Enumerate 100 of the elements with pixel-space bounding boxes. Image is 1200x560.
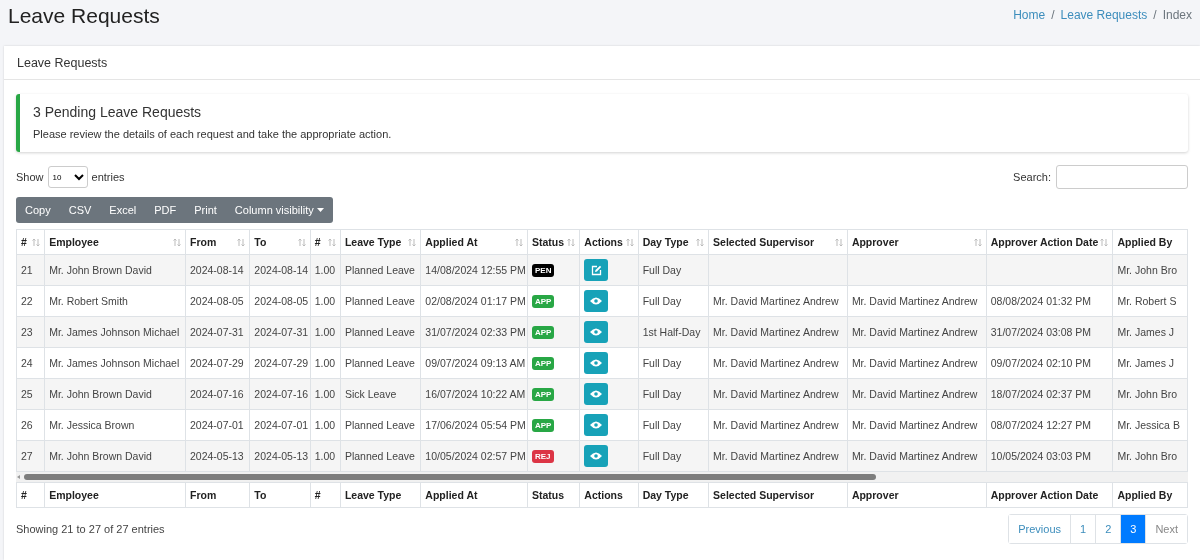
table-cell: Planned Leave bbox=[344, 326, 415, 338]
breadcrumb-separator: / bbox=[1051, 8, 1055, 22]
table-cell: 14/08/2024 12:55 PM bbox=[425, 264, 526, 276]
view-button[interactable] bbox=[584, 352, 609, 374]
table-cell: Mr. David Martinez Andrew bbox=[713, 419, 839, 431]
table-cell: Mr. David Martinez Andrew bbox=[713, 450, 839, 462]
column-header[interactable]: Approver bbox=[851, 236, 899, 248]
table-cell: 2024-05-13 bbox=[254, 450, 309, 462]
table-cell: 2024-07-29 bbox=[190, 357, 244, 369]
table-cell: Planned Leave bbox=[344, 264, 415, 276]
table-cell: Mr. David Martinez Andrew bbox=[713, 357, 839, 369]
scroll-left-icon[interactable] bbox=[16, 474, 22, 480]
page-title: Leave Requests bbox=[8, 4, 160, 28]
search-field[interactable] bbox=[1056, 165, 1188, 189]
table-cell: Mr. David Martinez Andrew bbox=[851, 357, 978, 369]
card-title: Leave Requests bbox=[17, 55, 108, 70]
eye-icon bbox=[590, 359, 603, 367]
callout-text: Please review the details of each request and take the appropriate action. bbox=[33, 128, 393, 140]
column-header[interactable]: To bbox=[254, 236, 267, 248]
column-visibility-button[interactable]: Column visibility bbox=[225, 197, 333, 223]
table-cell: Full Day bbox=[642, 450, 682, 462]
table-cell: Mr. John Brown David bbox=[49, 450, 152, 462]
table-cell: Full Day bbox=[642, 264, 682, 276]
breadcrumb-separator: / bbox=[1153, 8, 1157, 22]
eye-icon bbox=[590, 390, 603, 398]
table-cell: 09/07/2024 02:10 PM bbox=[990, 357, 1092, 369]
table-cell: Planned Leave bbox=[344, 295, 415, 307]
column-footer: Selected Supervisor bbox=[713, 489, 814, 501]
entries-label: entries bbox=[91, 171, 125, 183]
table-cell: Planned Leave bbox=[344, 357, 415, 369]
status-badge: REJ bbox=[532, 450, 554, 463]
table-cell: 2024-08-14 bbox=[254, 264, 309, 276]
table-cell: Mr. John Brown David bbox=[49, 264, 152, 276]
view-button[interactable] bbox=[584, 383, 609, 405]
table-cell: Mr. David Martinez Andrew bbox=[851, 295, 978, 307]
table-cell: 27 bbox=[21, 450, 33, 462]
table-cell: Full Day bbox=[642, 388, 682, 400]
column-header[interactable]: From bbox=[190, 236, 217, 248]
table-cell: Mr. Robert S bbox=[1117, 295, 1177, 307]
table-cell: 2024-07-31 bbox=[190, 326, 244, 338]
table-cell: 22 bbox=[21, 295, 33, 307]
caret-icon bbox=[316, 208, 324, 212]
export-button[interactable]: CSV bbox=[59, 197, 101, 223]
view-button[interactable] bbox=[584, 445, 609, 467]
table-cell: Mr. Robert Smith bbox=[49, 295, 128, 307]
entries-select[interactable]: 10 bbox=[47, 166, 88, 188]
table-cell: 25 bbox=[21, 388, 33, 400]
table-cell: Mr. John Brown David bbox=[49, 388, 152, 400]
table-cell: 02/08/2024 01:17 PM bbox=[425, 295, 526, 307]
column-header[interactable]: # bbox=[314, 236, 321, 248]
table-cell: 17/06/2024 05:54 PM bbox=[425, 419, 526, 431]
column-footer: # bbox=[21, 489, 27, 501]
table-cell: 2024-08-05 bbox=[254, 295, 309, 307]
column-header[interactable]: Employee bbox=[49, 236, 99, 248]
column-footer: Actions bbox=[584, 489, 623, 501]
table-cell: 2024-07-01 bbox=[254, 419, 309, 431]
table-cell: Mr. David Martinez Andrew bbox=[851, 326, 978, 338]
page-button[interactable]: 3 bbox=[1120, 515, 1146, 543]
table-cell: 08/07/2024 12:27 PM bbox=[990, 419, 1092, 431]
table-cell: Full Day bbox=[642, 357, 682, 369]
table-cell: Mr. David Martinez Andrew bbox=[713, 388, 839, 400]
view-button[interactable] bbox=[584, 321, 609, 343]
status-badge: PEN bbox=[532, 264, 555, 277]
table-cell: 09/07/2024 09:13 AM bbox=[425, 357, 526, 369]
table-cell: Mr. John Bro bbox=[1117, 450, 1177, 462]
table-cell: 10/05/2024 02:57 PM bbox=[425, 450, 526, 462]
edit-button[interactable] bbox=[584, 259, 609, 281]
table-cell: 24 bbox=[21, 357, 33, 369]
table-cell: 2024-07-31 bbox=[254, 326, 309, 338]
table-cell: Full Day bbox=[642, 295, 682, 307]
table-cell: 2024-07-01 bbox=[190, 419, 244, 431]
horizontal-scrollbar[interactable] bbox=[16, 472, 1188, 482]
table-cell: Planned Leave bbox=[344, 419, 415, 431]
export-button[interactable]: Copy bbox=[16, 197, 60, 223]
column-footer: Status bbox=[532, 489, 565, 501]
export-button[interactable]: Print bbox=[185, 197, 226, 223]
table-cell: 31/07/2024 02:33 PM bbox=[425, 326, 526, 338]
search-label: Search: bbox=[1013, 171, 1051, 183]
column-header[interactable]: # bbox=[21, 236, 27, 248]
export-button[interactable]: Excel bbox=[100, 197, 146, 223]
status-badge: APP bbox=[532, 388, 555, 401]
status-badge: APP bbox=[532, 326, 555, 339]
table-cell: 10/05/2024 03:03 PM bbox=[990, 450, 1092, 462]
edit-icon bbox=[590, 264, 602, 276]
table-cell: Mr. James Johnson Michael bbox=[49, 326, 180, 338]
column-footer: To bbox=[254, 489, 267, 501]
table-cell: 1.00 bbox=[314, 295, 336, 307]
table-cell: Planned Leave bbox=[344, 450, 415, 462]
status-badge: APP bbox=[532, 295, 555, 308]
eye-icon bbox=[590, 421, 603, 429]
table-cell: 2024-08-05 bbox=[190, 295, 244, 307]
view-button[interactable] bbox=[584, 290, 609, 312]
table-cell: 2024-05-13 bbox=[190, 450, 244, 462]
view-button[interactable] bbox=[584, 414, 609, 436]
table-cell: 23 bbox=[21, 326, 33, 338]
status-badge: APP bbox=[532, 357, 555, 370]
table-cell: 21 bbox=[21, 264, 33, 276]
table-cell: 31/07/2024 03:08 PM bbox=[990, 326, 1092, 338]
export-button[interactable]: PDF bbox=[145, 197, 186, 223]
table-cell: 18/07/2024 02:37 PM bbox=[990, 388, 1092, 400]
